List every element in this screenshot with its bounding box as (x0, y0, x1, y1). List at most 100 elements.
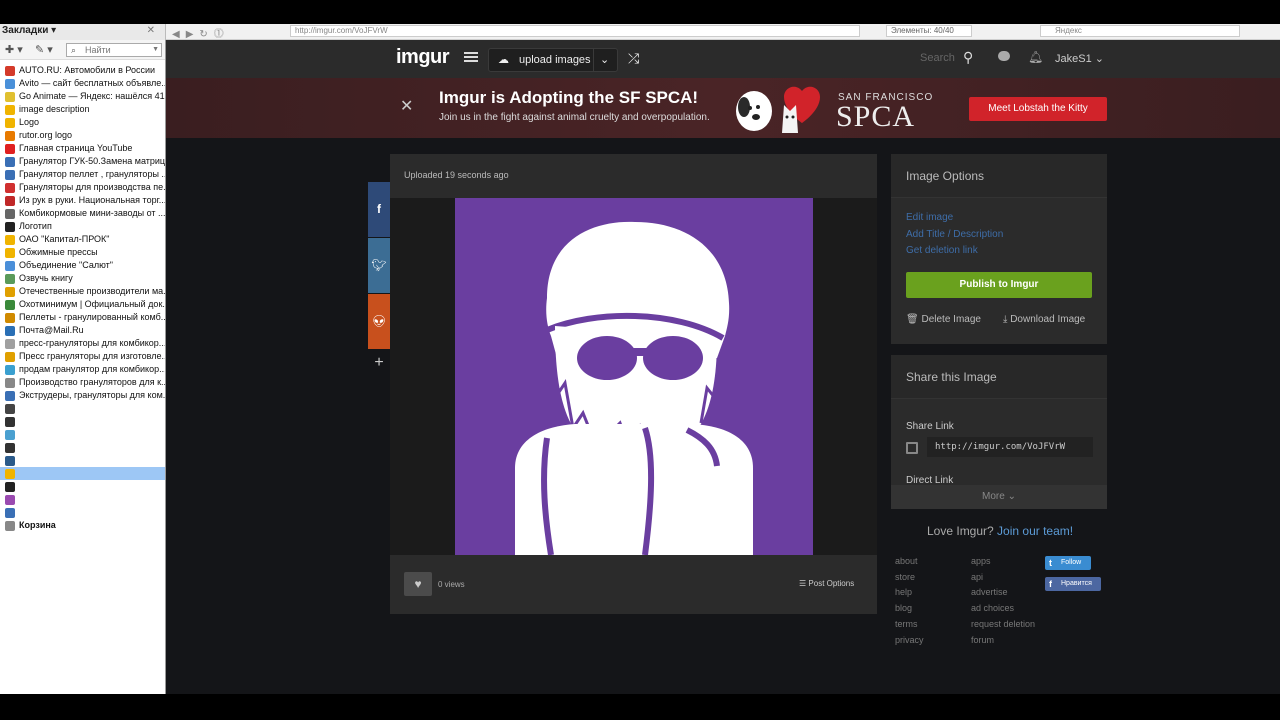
like-button[interactable]: ♥ (404, 572, 432, 596)
bookmark-item[interactable] (0, 428, 165, 441)
bookmark-item[interactable]: Грануляторы для производства пе... (0, 181, 165, 194)
upload-label: upload images (519, 54, 591, 66)
notifications-icon[interactable]: 🔔︎ (1028, 50, 1043, 64)
upload-time: Uploaded 19 seconds ago (404, 170, 509, 180)
bookmark-label: AUTO.RU: Автомобили в России (19, 65, 156, 75)
download-image-button[interactable]: ⤓ Download Image (1003, 314, 1085, 325)
bookmark-item[interactable] (0, 454, 165, 467)
bookmark-item[interactable]: Обжимные прессы (0, 246, 165, 259)
bookmark-item[interactable]: Охотминимум | Официальный док... (0, 298, 165, 311)
favicon-icon (5, 144, 15, 154)
bookmark-item[interactable]: Logo (0, 116, 165, 129)
user-menu[interactable]: JakeS1 ⌄ (1055, 52, 1104, 65)
footer-link[interactable]: forum (971, 633, 1035, 649)
bookmark-item[interactable]: Go Animate — Яндекс: нашёлся 41 ... (0, 90, 165, 103)
deletion-link[interactable]: Get deletion link (906, 245, 978, 256)
bookmark-item[interactable]: Почта@Mail.Ru (0, 324, 165, 337)
footer-link[interactable]: ad choices (971, 601, 1035, 617)
share-link-field[interactable]: http://imgur.com/VoJFVrW (927, 437, 1093, 457)
bookmark-item[interactable]: rutor.org logo (0, 129, 165, 142)
footer-link[interactable]: advertise (971, 585, 1035, 601)
bookmark-item[interactable]: Экструдеры, грануляторы для ком... (0, 389, 165, 402)
post-container: Uploaded 19 seconds ago ♥ 0 views ☰ Post… (390, 154, 877, 614)
search-label[interactable]: Search (920, 52, 955, 64)
footer-link[interactable]: about (895, 554, 924, 570)
post-options-button[interactable]: ☰ Post Options (799, 579, 854, 588)
join-team-link[interactable]: Join our team! (997, 524, 1073, 538)
favicon-icon (5, 300, 15, 310)
chevron-down-icon[interactable]: ▼ (152, 44, 159, 56)
bookmark-item[interactable]: ОАО "Капитал-ПРОК" (0, 233, 165, 246)
twitter-share-button[interactable]: 🐦︎ (368, 238, 390, 293)
bookmark-item[interactable]: Avito — сайт бесплатных объявле... (0, 77, 165, 90)
bookmark-item[interactable] (0, 480, 165, 493)
bookmark-item[interactable]: Главная страница YouTube (0, 142, 165, 155)
footer-link[interactable]: request deletion (971, 617, 1035, 633)
bookmark-item[interactable]: Озвучь книгу (0, 272, 165, 285)
address-bar[interactable]: http://imgur.com/VoJFVrW (290, 25, 860, 37)
bookmark-item[interactable] (0, 415, 165, 428)
bookmark-item[interactable]: Логотип (0, 220, 165, 233)
bookmark-item[interactable]: пресс-грануляторы для комбикор... (0, 337, 165, 350)
bookmark-search-input[interactable]: ⌕ Найти ▼ (66, 43, 162, 57)
bookmark-item[interactable] (0, 493, 165, 506)
footer-link[interactable]: apps (971, 554, 1035, 570)
footer-link[interactable]: privacy (895, 633, 924, 649)
close-icon[interactable]: ✕ (400, 96, 413, 116)
favicon-icon (5, 339, 15, 349)
bookmark-item[interactable]: Объединение "Салют" (0, 259, 165, 272)
bookmark-label: Go Animate — Яндекс: нашёлся 41 ... (19, 91, 165, 101)
yandex-search[interactable]: Яндекс (1040, 25, 1240, 37)
add-icon[interactable]: ✚ ▾ (5, 43, 23, 56)
search-icon[interactable]: ⚲ (963, 49, 973, 66)
footer-link[interactable]: blog (895, 601, 924, 617)
bookmark-item[interactable]: image description (0, 103, 165, 116)
bookmark-item[interactable]: Пресс грануляторы для изготовле... (0, 350, 165, 363)
twitter-follow-button[interactable]: t Follow (1045, 556, 1091, 570)
bookmark-item[interactable]: Пеллеты - гранулированный комб... (0, 311, 165, 324)
favicon-icon (5, 118, 15, 128)
footer-link[interactable]: api (971, 570, 1035, 586)
facebook-like-button[interactable]: f Нравится (1045, 577, 1101, 591)
delete-image-button[interactable]: 🗑︎ Delete Image (906, 314, 981, 325)
copy-icon[interactable] (906, 442, 918, 454)
imgur-logo[interactable]: imgur (396, 46, 450, 69)
bookmark-item[interactable]: Из рук в руки. Национальная торг... (0, 194, 165, 207)
upload-images-button[interactable]: ☁ upload images ⌄ (488, 48, 618, 72)
publish-button[interactable]: Publish to Imgur (906, 272, 1092, 298)
wrench-icon[interactable]: ✎ ▾ (35, 43, 53, 56)
messages-icon[interactable] (998, 51, 1010, 61)
bookmark-item[interactable]: Гранулятор ГУК-50.Замена матриц... (0, 155, 165, 168)
meet-lobstah-button[interactable]: Meet Lobstah the Kitty (969, 97, 1107, 121)
chevron-down-icon[interactable]: ⌄ (600, 49, 609, 71)
facebook-share-button[interactable]: f (368, 182, 390, 237)
imgur-page: imgur ☁ upload images ⌄ ⤮ Search ⚲ 🔔︎ Ja… (166, 40, 1280, 694)
bookmark-item[interactable] (0, 402, 165, 415)
uploaded-image[interactable] (455, 198, 813, 556)
bookmark-item[interactable]: продам гранулятор для комбикор... (0, 363, 165, 376)
footer-link[interactable]: help (895, 585, 924, 601)
edit-image-link[interactable]: Edit image (906, 212, 953, 223)
bookmark-item[interactable]: Производство грануляторов для к... (0, 376, 165, 389)
more-button[interactable]: More ⌄ (891, 485, 1107, 509)
close-icon[interactable]: ✕ (147, 24, 155, 38)
add-title-link[interactable]: Add Title / Description (906, 229, 1003, 240)
menu-icon[interactable] (464, 52, 478, 63)
bookmark-item[interactable] (0, 441, 165, 454)
shuffle-icon[interactable]: ⤮ (628, 50, 639, 67)
more-label: More (982, 491, 1005, 502)
bookmark-item[interactable]: Отечественные производители ма... (0, 285, 165, 298)
bookmarks-sidebar: ✚ ▾ ✎ ▾ ⌕ Найти ▼ AUTO.RU: Автомобили в … (0, 40, 166, 694)
favicon-icon (5, 209, 15, 219)
bookmark-item[interactable]: Комбикормовые мини-заводы от ... (0, 207, 165, 220)
more-share-button[interactable]: + (368, 350, 390, 376)
footer-link[interactable]: terms (895, 617, 924, 633)
bookmark-item[interactable] (0, 467, 165, 480)
reddit-share-button[interactable]: 👽︎ (368, 294, 390, 349)
bookmark-item[interactable]: Корзина (0, 519, 165, 532)
bookmark-item[interactable]: Гранулятор пеллет , грануляторы ... (0, 168, 165, 181)
footer-link[interactable]: store (895, 570, 924, 586)
browser-nav-buttons[interactable]: ◀▶↻⓵ (172, 25, 230, 40)
bookmark-item[interactable] (0, 506, 165, 519)
bookmark-item[interactable]: AUTO.RU: Автомобили в России (0, 64, 165, 77)
